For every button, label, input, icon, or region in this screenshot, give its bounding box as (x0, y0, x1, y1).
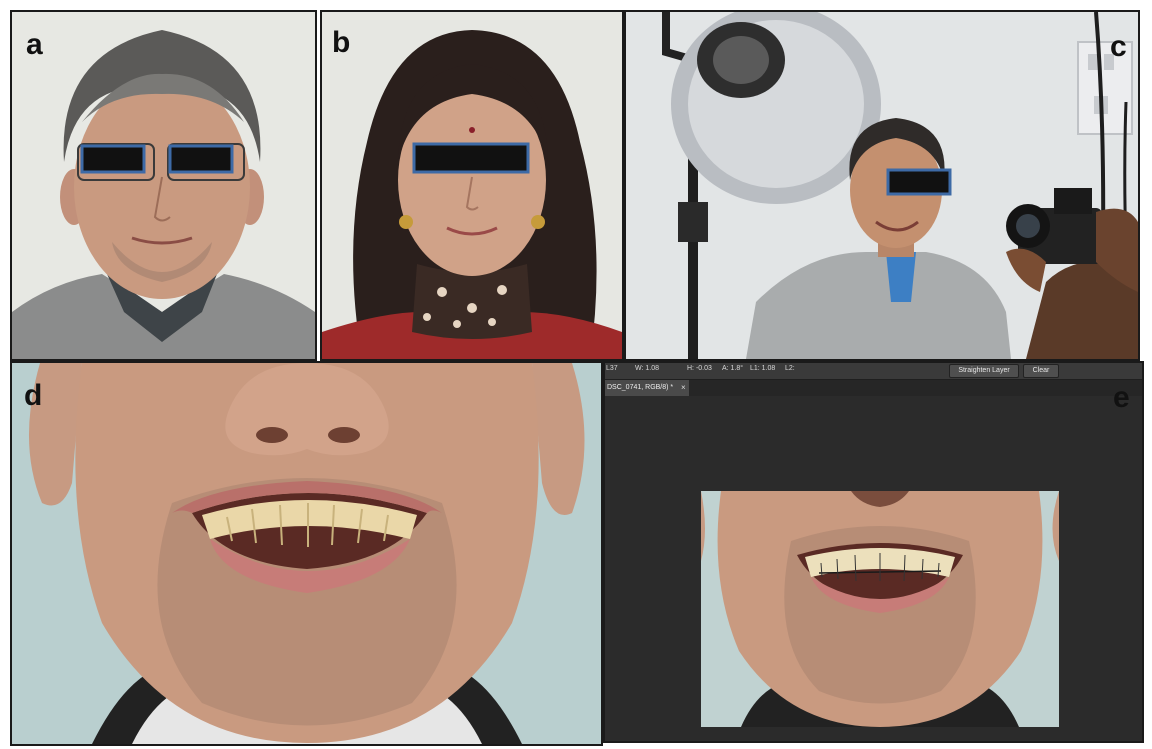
panel-e-photo-editor: L37 W: 1.08 H: -0.03 A: 1.8° L1: 1.08 L2… (603, 361, 1144, 743)
panel-c-photography-setup: c (624, 10, 1140, 361)
panel-label-e: e (1113, 381, 1130, 414)
eye-bar-right (168, 144, 234, 174)
panel-a-frontal-portrait-man: a (10, 10, 317, 361)
ruler-l1-readout: L1: 1.08 (750, 365, 776, 372)
close-icon[interactable]: × (681, 380, 686, 396)
portrait-woman-image (322, 12, 622, 359)
panel-label-d: d (24, 379, 43, 412)
document-tab[interactable]: DSC_0741, RGB/8) * × (605, 380, 689, 396)
ruler-width-readout: W: 1.08 (635, 365, 659, 372)
studio-setup-image (626, 12, 1138, 359)
eye-bar (412, 142, 530, 174)
smile-closeup-image (12, 363, 601, 744)
clear-button[interactable]: Clear (1023, 364, 1059, 378)
panel-label-b: b (332, 26, 351, 59)
document-tab-title: DSC_0741, RGB/8) * (607, 384, 674, 391)
panel-b-frontal-portrait-woman: b (320, 10, 624, 361)
portrait-man-image (12, 12, 315, 359)
ruler-l2-readout: L2: (785, 365, 795, 372)
eye-bar (886, 168, 952, 196)
ruler-height-readout: H: -0.03 (687, 365, 712, 372)
panel-label-c: c (1110, 30, 1127, 63)
panel-label-a: a (26, 28, 43, 61)
eye-bar-left (80, 144, 146, 174)
straighten-layer-button[interactable]: Straighten Layer (949, 364, 1019, 378)
smile-with-line-image (701, 491, 1059, 727)
editor-canvas-image (701, 491, 1059, 727)
ruler-length-readout: L37 (606, 365, 618, 372)
editor-options-bar: L37 W: 1.08 H: -0.03 A: 1.8° L1: 1.08 L2… (605, 363, 1142, 380)
document-tab-bar: DSC_0741, RGB/8) * × (605, 380, 1142, 396)
panel-d-smile-closeup: d (10, 361, 603, 746)
ruler-angle-readout: A: 1.8° (722, 365, 744, 372)
